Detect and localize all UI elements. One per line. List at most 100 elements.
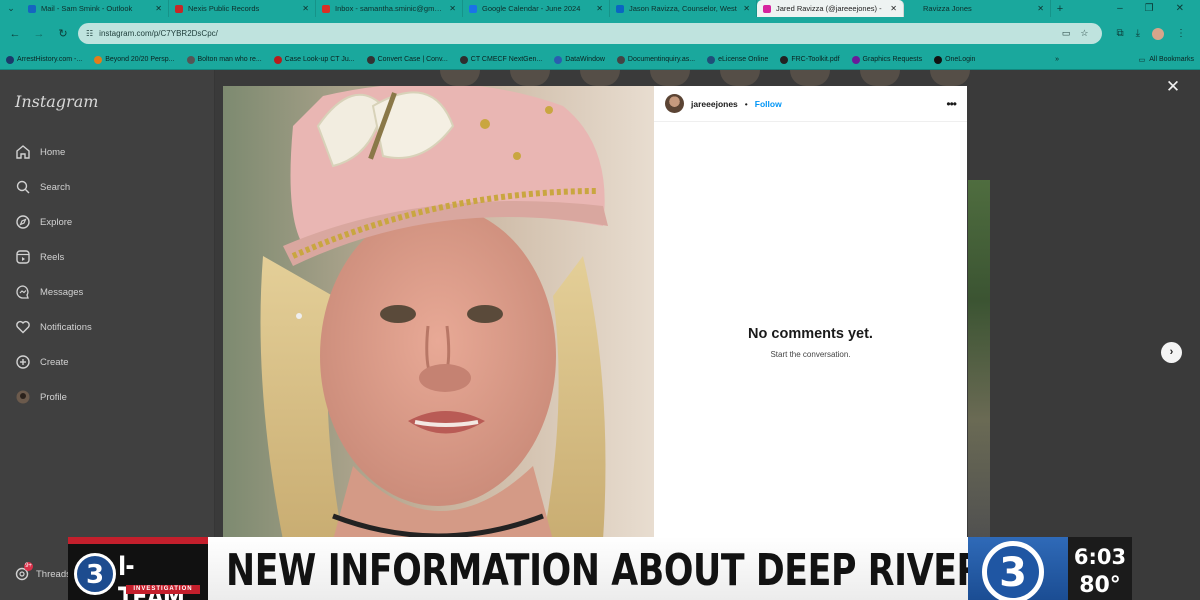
- channel-3-large-logo: 3: [982, 541, 1044, 600]
- heart-icon: [15, 319, 31, 335]
- sidebar-item-profile[interactable]: Profile: [15, 389, 67, 405]
- news-headline: NEW INFORMATION ABOUT DEEP RIVER SUSPECT: [226, 545, 968, 596]
- more-options-icon[interactable]: •••: [946, 97, 957, 111]
- tab-close-icon[interactable]: ✕: [890, 4, 897, 13]
- instagram-logo[interactable]: Instagram: [15, 92, 98, 111]
- news-temperature: 80°: [1079, 573, 1121, 598]
- sidebar-item-label: Home: [40, 146, 66, 158]
- no-comments-title: No comments yet.: [748, 326, 873, 342]
- tab-title: Mail - Sam Smink - Outlook: [41, 4, 133, 13]
- tab-favicon-icon: [28, 4, 36, 13]
- bookmark-item[interactable]: Case Look-up CT Ju...: [273, 55, 355, 64]
- background-feed-image: [968, 180, 990, 540]
- no-comments-subtitle: Start the conversation.: [770, 350, 851, 359]
- tab-favicon-icon: [616, 4, 624, 13]
- news-time-weather: 6:03 80°: [1068, 537, 1132, 600]
- bookmark-item[interactable]: DataWindow: [554, 55, 605, 64]
- tab-favicon-icon: [322, 4, 330, 13]
- sidebar-item-label: Notifications: [40, 321, 92, 333]
- news-iteam-bug: 3 I-TEAM INVESTIGATION: [68, 537, 208, 600]
- minimize-icon[interactable]: –: [1117, 3, 1123, 14]
- tab-favicon-icon: [763, 4, 771, 13]
- extensions-icon[interactable]: ⧉: [1116, 28, 1123, 39]
- back-button[interactable]: ←: [6, 25, 24, 43]
- bookmark-item[interactable]: Beyond 20/20 Persp...: [94, 55, 175, 64]
- sidebar-item-explore[interactable]: Explore: [15, 214, 72, 230]
- tab-close-icon[interactable]: ✕: [1037, 4, 1044, 13]
- tab-close-icon[interactable]: ✕: [743, 4, 750, 13]
- tab-close-icon[interactable]: ✕: [596, 4, 603, 13]
- new-tab-button[interactable]: +: [1051, 3, 1069, 15]
- sidebar-item-label: Messages: [40, 286, 84, 298]
- tab-close-icon[interactable]: ✕: [155, 4, 162, 13]
- all-bookmarks-label: All Bookmarks: [1149, 56, 1194, 63]
- browser-tab[interactable]: Mail - Sam Smink - Outlook ✕: [22, 0, 169, 17]
- avatar-icon: [15, 389, 31, 405]
- browser-tab[interactable]: Google Calendar - June 2024 ✕: [463, 0, 610, 17]
- bookmark-item[interactable]: OneLogin: [934, 55, 975, 64]
- post-image[interactable]: [223, 86, 654, 540]
- bookmark-item[interactable]: Bolton man who re...: [186, 55, 262, 64]
- separator-dot: •: [744, 98, 748, 109]
- restore-icon[interactable]: ❐: [1145, 3, 1154, 14]
- site-info-icon[interactable]: ☷: [86, 29, 93, 38]
- bookmark-label: eLicense Online: [718, 56, 769, 63]
- user-avatar[interactable]: [665, 94, 684, 113]
- follow-button[interactable]: Follow: [755, 99, 782, 109]
- tab-title: Jared Ravizza (@jareeejones) -: [776, 4, 882, 13]
- browser-menu-icon[interactable]: ⋮: [1176, 28, 1186, 39]
- bookmarks-overflow-icon[interactable]: »: [1055, 56, 1059, 63]
- tab-title: Ravizza Jones: [923, 4, 972, 13]
- bookmark-item[interactable]: ArrestHistory.com -...: [6, 55, 82, 64]
- post-header: jareeejones • Follow •••: [654, 86, 967, 122]
- browser-tab[interactable]: Nexis Public Records ✕: [169, 0, 316, 17]
- investigation-label: INVESTIGATION: [126, 585, 200, 594]
- tab-search-chevron-icon[interactable]: ⌄: [0, 0, 22, 17]
- tab-close-icon[interactable]: ✕: [302, 4, 309, 13]
- sidebar-item-search[interactable]: Search: [15, 179, 70, 195]
- downloads-icon[interactable]: ⤓: [1136, 28, 1140, 39]
- sidebar-item-reels[interactable]: Reels: [15, 249, 64, 265]
- profile-avatar[interactable]: [1152, 27, 1164, 40]
- close-modal-icon[interactable]: ✕: [1164, 78, 1182, 96]
- bookmark-favicon-icon: [934, 55, 943, 64]
- sidebar-item-create[interactable]: Create: [15, 354, 69, 370]
- sidebar-item-label: Search: [40, 181, 71, 193]
- tab-favicon-icon: [910, 5, 918, 13]
- news-headline-bar: NEW INFORMATION ABOUT DEEP RIVER SUSPECT: [208, 537, 968, 600]
- install-app-icon[interactable]: ▭: [1062, 28, 1071, 39]
- sidebar-item-home[interactable]: Home: [15, 144, 65, 160]
- sidebar-item-label: Create: [40, 356, 69, 368]
- post-username[interactable]: jareeejones: [691, 99, 738, 109]
- folder-icon: ▭: [1138, 56, 1146, 64]
- bookmarks-bar: ArrestHistory.com -... Beyond 20/20 Persp…: [0, 50, 1200, 70]
- address-bar[interactable]: ☷ instagram.com/p/C7YBR2DsCpc/ ▭ ☆: [78, 23, 1103, 44]
- bookmark-item[interactable]: Graphics Requests: [851, 55, 922, 64]
- bookmark-label: Documentinquiry.as...: [627, 56, 696, 63]
- bookmark-label: Beyond 20/20 Persp...: [105, 56, 175, 63]
- bookmark-item[interactable]: CT CMECF NextGen...: [459, 55, 542, 64]
- threads-link[interactable]: 9+ Threads: [15, 562, 71, 581]
- bookmark-item[interactable]: Documentinquiry.as...: [616, 55, 696, 64]
- bookmark-star-icon[interactable]: ☆: [1080, 28, 1088, 39]
- all-bookmarks-button[interactable]: ▭ All Bookmarks: [1139, 56, 1194, 64]
- bookmark-item[interactable]: FRC-Toolkit.pdf: [780, 55, 840, 64]
- browser-tab[interactable]: Jared Ravizza (@jareeejones) - ✕: [757, 0, 904, 17]
- browser-tab[interactable]: Inbox - samantha.sminic@gmail.com ✕: [316, 0, 463, 17]
- bookmark-item[interactable]: eLicense Online: [707, 55, 769, 64]
- reload-button[interactable]: ↻: [54, 25, 72, 43]
- tab-close-icon[interactable]: ✕: [449, 4, 456, 13]
- forward-button[interactable]: →: [30, 25, 48, 43]
- bookmark-favicon-icon: [186, 55, 195, 64]
- tab-favicon-icon: [175, 4, 183, 13]
- sidebar-item-messages[interactable]: Messages: [15, 284, 83, 300]
- sidebar-item-notifications[interactable]: Notifications: [15, 319, 92, 335]
- browser-tab[interactable]: Jason Ravizza, Counselor, West ✕: [610, 0, 757, 17]
- next-post-button[interactable]: ›: [1161, 342, 1182, 363]
- window-close-icon[interactable]: ✕: [1176, 3, 1184, 14]
- bookmark-label: FRC-Toolkit.pdf: [791, 56, 840, 63]
- browser-tab[interactable]: Ravizza Jones ✕: [904, 0, 1051, 17]
- bookmark-item[interactable]: Convert Case | Conv...: [366, 55, 448, 64]
- bookmark-favicon-icon: [94, 55, 103, 64]
- tab-title: Inbox - samantha.sminic@gmail.com: [335, 4, 444, 13]
